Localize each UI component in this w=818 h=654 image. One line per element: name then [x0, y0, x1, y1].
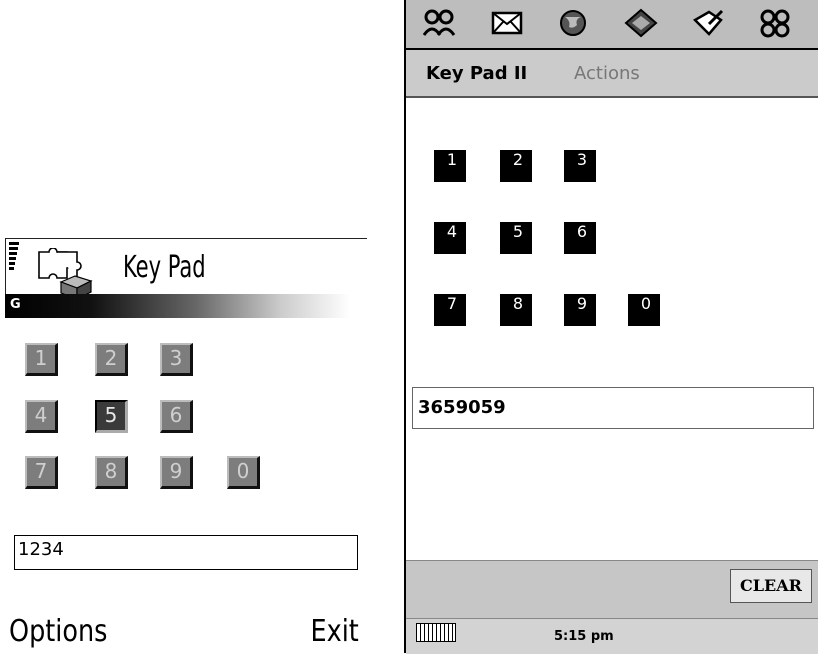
key-5[interactable]: 5: [500, 222, 532, 254]
menu-bar: Key Pad II Actions: [406, 50, 818, 98]
key-9[interactable]: 9: [160, 456, 193, 489]
title-gradient-bar: G: [5, 294, 350, 318]
clear-button[interactable]: CLEAR: [730, 569, 812, 603]
puzzle-box-app-icon: [38, 248, 93, 300]
key-7[interactable]: 7: [25, 456, 58, 489]
key-8[interactable]: 8: [95, 456, 128, 489]
command-bar: CLEAR: [406, 560, 818, 619]
key-9[interactable]: 9: [564, 294, 596, 326]
signal-strength-icon: [9, 242, 19, 272]
key-6[interactable]: 6: [160, 400, 193, 433]
screen-border-left: [5, 238, 6, 298]
key-1[interactable]: 1: [434, 150, 466, 182]
key-2[interactable]: 2: [95, 343, 128, 376]
number-display: 1234: [14, 535, 358, 570]
key-3[interactable]: 3: [564, 150, 596, 182]
menu-actions[interactable]: Actions: [574, 63, 640, 84]
contacts-icon[interactable]: [422, 8, 456, 38]
clock: 5:15 pm: [554, 629, 614, 644]
key-6[interactable]: 6: [564, 222, 596, 254]
apps-icon[interactable]: [758, 8, 792, 38]
left-phone-screen: Key Pad G 1 2 3 4 5 6 7 8 9 0 1234 Optio…: [5, 236, 367, 653]
key-4[interactable]: 4: [25, 400, 58, 433]
options-softkey[interactable]: Options: [9, 614, 107, 649]
app-toolbar: [406, 0, 818, 50]
screen-border-top: [5, 238, 367, 239]
gprs-indicator: G: [10, 297, 21, 312]
diamond-icon[interactable]: [624, 8, 658, 38]
key-7[interactable]: 7: [434, 294, 466, 326]
key-1[interactable]: 1: [25, 343, 58, 376]
key-2[interactable]: 2: [500, 150, 532, 182]
key-5[interactable]: 5: [95, 400, 128, 433]
number-display: 3659059: [412, 387, 814, 429]
right-phone-screen: Key Pad II Actions 1 2 3 4 5 6 7 8 9 0 3…: [404, 0, 818, 654]
key-3[interactable]: 3: [160, 343, 193, 376]
keyboard-icon[interactable]: [416, 623, 456, 642]
menu-app-name[interactable]: Key Pad II: [426, 63, 527, 84]
key-4[interactable]: 4: [434, 222, 466, 254]
status-bar: 5:15 pm: [406, 618, 818, 654]
key-0[interactable]: 0: [628, 294, 660, 326]
mail-icon[interactable]: [490, 8, 524, 38]
key-8[interactable]: 8: [500, 294, 532, 326]
app-title: Key Pad: [123, 250, 206, 285]
exit-softkey[interactable]: Exit: [311, 614, 359, 649]
edit-icon[interactable]: [691, 8, 725, 38]
globe-icon[interactable]: [556, 8, 590, 38]
key-0[interactable]: 0: [227, 456, 260, 489]
